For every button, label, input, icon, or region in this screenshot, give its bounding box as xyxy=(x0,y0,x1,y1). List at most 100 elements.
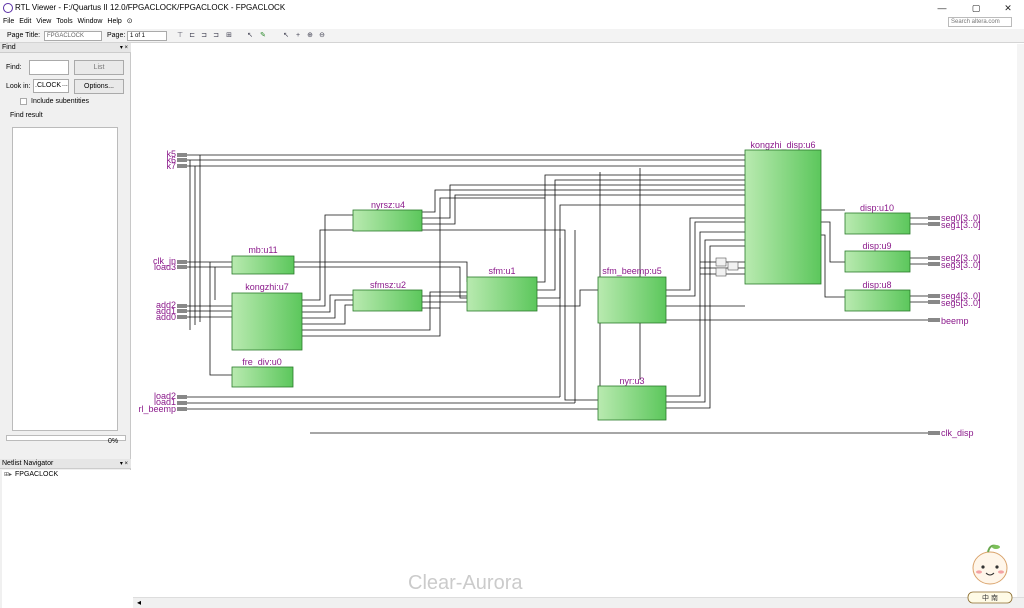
menu-tools[interactable]: Tools xyxy=(56,16,72,27)
block-disp-u9[interactable]: disp:u9 xyxy=(844,241,911,273)
block-sfm-beemp-u5[interactable]: sfm_beemp:u5 xyxy=(597,266,667,324)
mascot-label: 中 南 xyxy=(982,593,998,602)
block-title-nyr: nyr:u3 xyxy=(619,376,644,386)
filter-icon[interactable]: ⊤ xyxy=(176,32,184,40)
block-title-sfm: sfm:u1 xyxy=(488,266,515,276)
block-title-d8: disp:u8 xyxy=(862,280,891,290)
scroll-left-icon[interactable]: ◂ xyxy=(137,598,141,607)
mascot-drawing: 中 南 xyxy=(967,544,1013,604)
horizontal-scrollbar[interactable]: ◂ xyxy=(133,597,1024,608)
find-label: Find: xyxy=(6,64,22,71)
list-button[interactable]: List xyxy=(74,60,124,75)
block-nyr-u3[interactable]: nyr:u3 xyxy=(597,376,667,421)
zoom-fit-icon[interactable]: ⊖ xyxy=(318,32,326,40)
include-subentities-label: Include subentities xyxy=(31,98,89,105)
input-label-load3: load3 xyxy=(154,262,176,272)
input-pin-rl-beemp: rl_beemp xyxy=(138,404,187,414)
find-panel-controls[interactable]: ▾ × xyxy=(120,43,128,53)
blocks: mb:u11 kongzhi:u7 fre_div:u0 nyrsz:u4 sf… xyxy=(231,140,911,421)
netlist-navigator-title: Netlist Navigator xyxy=(2,460,54,467)
output-pin-seg1: seg1[3..0] xyxy=(928,220,981,230)
output-label-seg3: seg3[3..0] xyxy=(941,260,981,270)
find-result-label: Find result xyxy=(10,112,43,119)
lookin-browse[interactable]: ... xyxy=(62,81,68,88)
block-title-nyrsz: nyrsz:u4 xyxy=(371,200,405,210)
zoom-out-icon[interactable]: ⊕ xyxy=(306,32,314,40)
input-pin-add0: add0 xyxy=(156,312,187,322)
block-disp-u8[interactable]: disp:u8 xyxy=(844,280,911,312)
schematic-canvas[interactable]: k5 k6 k7 clk_in load3 add2 add1 add0 loa… xyxy=(133,44,1024,597)
flatten-icon[interactable]: ⊏ xyxy=(188,32,196,40)
output-pin-beemp: beemp xyxy=(928,316,969,326)
pointer-icon[interactable]: ↖ xyxy=(282,32,290,40)
input-pin-k7: k7 xyxy=(166,161,187,171)
block-title-mb: mb:u11 xyxy=(248,245,277,255)
output-pin-clk-disp: clk_disp xyxy=(928,428,974,438)
block-sfm-u1[interactable]: sfm:u1 xyxy=(466,266,538,312)
block-sfmsz-u2[interactable]: sfmsz:u2 xyxy=(352,280,423,312)
block-fre-div-u0[interactable]: fre_div:u0 xyxy=(231,357,294,388)
quartus-app-icon xyxy=(3,3,13,13)
maximize-button[interactable]: ▢ xyxy=(966,2,986,14)
input-label-k7: k7 xyxy=(166,161,176,171)
title-bar: RTL Viewer - F:/Quartus II 12.0/FPGACLOC… xyxy=(0,0,1024,16)
options-button[interactable]: Options... xyxy=(74,79,124,94)
tree-expand-icon[interactable]: ⊞▸ xyxy=(4,471,12,478)
find-input[interactable] xyxy=(29,60,69,75)
output-pin-seg5: seg5[3..0] xyxy=(928,298,981,308)
progress-text: 0% xyxy=(108,438,119,445)
window-title: RTL Viewer - F:/Quartus II 12.0/FPGACLOC… xyxy=(15,3,286,12)
block-kongzhi-disp-u6[interactable]: kongzhi_disp:u6 xyxy=(744,140,822,285)
close-button[interactable]: ✕ xyxy=(998,2,1018,14)
output-pins: seg0[3..0] seg1[3..0] seg2[3..0] seg3[3.… xyxy=(928,213,981,438)
block-title-d9: disp:u9 xyxy=(862,241,891,251)
block-disp-u10[interactable]: disp:u10 xyxy=(844,203,911,235)
block-title-sfmsz: sfmsz:u2 xyxy=(370,280,406,290)
netlist-navigator-header: Netlist Navigator ▾ × xyxy=(0,459,131,469)
minimize-button[interactable]: — xyxy=(932,2,952,14)
hierarchy-down-icon[interactable]: ⊐ xyxy=(212,32,220,40)
find-panel-title: Find xyxy=(2,44,16,51)
block-title-kongzhi-disp: kongzhi_disp:u6 xyxy=(750,140,815,150)
netlist-icon[interactable]: ⊞ xyxy=(225,32,233,40)
zoom-in-icon[interactable]: + xyxy=(294,32,302,40)
block-mb-u11[interactable]: mb:u11 xyxy=(231,245,295,275)
output-label-clk-disp: clk_disp xyxy=(941,428,974,438)
bus-connectors xyxy=(715,257,739,277)
input-label-add0: add0 xyxy=(156,312,176,322)
select-icon[interactable]: ↖ xyxy=(246,32,254,40)
include-subentities-checkbox[interactable] xyxy=(20,98,27,105)
input-label-rl-beemp: rl_beemp xyxy=(138,404,176,414)
page-select[interactable]: 1 of 1 xyxy=(127,31,167,41)
menu-window[interactable]: Window xyxy=(78,16,103,27)
tree-item-root[interactable]: FPGACLOCK xyxy=(15,471,58,478)
find-result-list[interactable] xyxy=(12,127,118,431)
find-panel-header: Find ▾ × xyxy=(0,43,131,53)
output-label-beemp: beemp xyxy=(941,316,969,326)
left-pane: Find ▾ × Find: List Look in: .CLOCK ... … xyxy=(0,43,131,608)
menu-bar: File Edit View Tools Window Help ⊙ xyxy=(0,16,1024,28)
output-label-seg5: seg5[3..0] xyxy=(941,298,981,308)
page-label: Page: xyxy=(107,32,126,39)
vertical-scrollbar[interactable] xyxy=(1017,44,1024,597)
hierarchy-up-icon[interactable]: ⊐ xyxy=(200,32,208,40)
menu-view[interactable]: View xyxy=(36,16,51,27)
output-label-seg1: seg1[3..0] xyxy=(941,220,981,230)
highlight-icon[interactable]: ✎ xyxy=(259,32,267,40)
help-icon[interactable]: ⊙ xyxy=(127,16,133,27)
netlist-navigator-controls[interactable]: ▾ × xyxy=(120,459,128,469)
output-pin-seg3: seg3[3..0] xyxy=(928,260,981,270)
netlist-tree: ⊞▸ FPGACLOCK xyxy=(2,470,131,608)
menu-edit[interactable]: Edit xyxy=(19,16,31,27)
rtl-schematic: k5 k6 k7 clk_in load3 add2 add1 add0 loa… xyxy=(138,140,981,438)
search-input[interactable]: Search altera.com xyxy=(948,17,1012,27)
block-kongzhi-u7[interactable]: kongzhi:u7 xyxy=(231,282,303,351)
block-nyrsz-u4[interactable]: nyrsz:u4 xyxy=(352,200,423,232)
menu-help[interactable]: Help xyxy=(107,16,121,27)
menu-file[interactable]: File xyxy=(3,16,14,27)
page-title-field[interactable]: FPGACLOCK xyxy=(44,31,102,41)
lookin-label: Look in: xyxy=(6,83,31,90)
page-title-label: Page Title: xyxy=(7,32,41,39)
mascot-sticker: 中 南 xyxy=(962,540,1018,606)
block-title-frediv: fre_div:u0 xyxy=(242,357,282,367)
